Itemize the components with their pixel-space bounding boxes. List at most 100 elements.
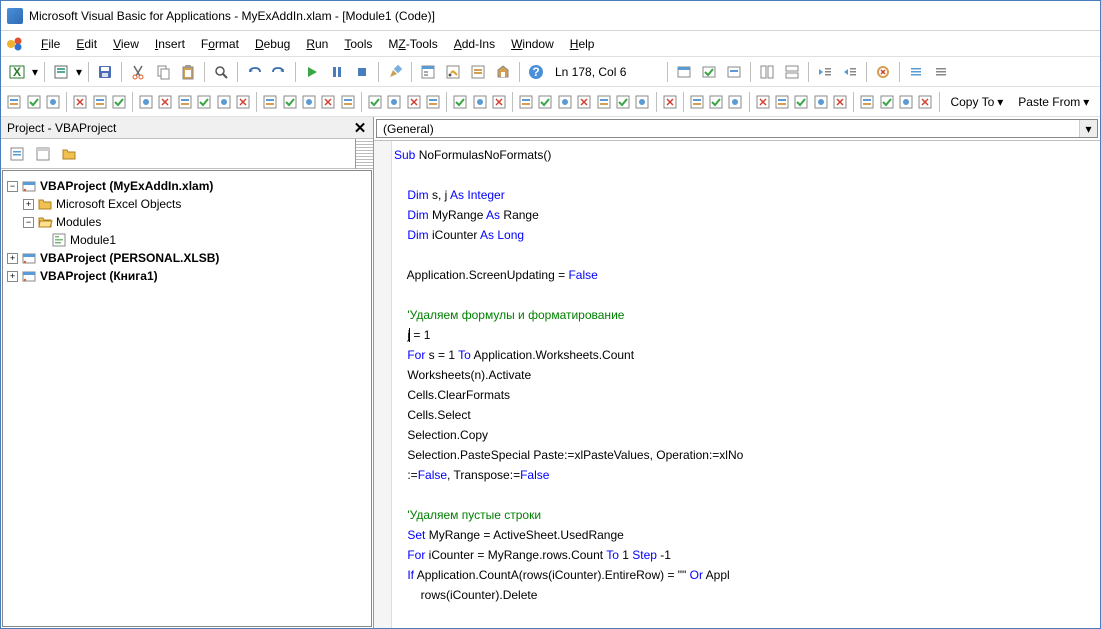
tree-folder[interactable]: − Modules — [7, 213, 367, 231]
tb2-icon[interactable] — [878, 90, 896, 114]
find-icon[interactable] — [209, 60, 233, 84]
tb2-icon[interactable] — [660, 90, 678, 114]
tb2-icon[interactable] — [773, 90, 791, 114]
tb2-icon[interactable] — [156, 90, 174, 114]
view-excel-icon[interactable]: X — [5, 60, 29, 84]
tb2-icon[interactable] — [404, 90, 422, 114]
copy-icon[interactable] — [151, 60, 175, 84]
menu-edit[interactable]: Edit — [68, 34, 105, 54]
project-tree[interactable]: − VBAProject (MyExAddIn.xlam) + Microsof… — [2, 170, 372, 627]
tree-project[interactable]: + VBAProject (Книга1) — [7, 267, 367, 285]
menu-debug[interactable]: Debug — [247, 34, 298, 54]
tb2-icon[interactable] — [385, 90, 403, 114]
tb2-icon[interactable] — [897, 90, 915, 114]
tree-project[interactable]: + VBAProject (PERSONAL.XLSB) — [7, 249, 367, 267]
tb2-icon[interactable] — [5, 90, 23, 114]
tb2-icon[interactable] — [707, 90, 725, 114]
tb2-icon[interactable] — [614, 90, 632, 114]
tb2-icon[interactable] — [195, 90, 213, 114]
tb2-icon[interactable] — [831, 90, 849, 114]
menu-help[interactable]: Help — [562, 34, 603, 54]
menu-file[interactable]: File — [33, 34, 68, 54]
code-editor[interactable]: Sub NoFormulasNoFormats() Dim s, j As In… — [374, 141, 1100, 628]
insert-module-icon[interactable] — [49, 60, 73, 84]
tb2-icon[interactable] — [280, 90, 298, 114]
tb2-icon[interactable] — [339, 90, 357, 114]
folder-icon[interactable] — [57, 142, 81, 166]
tb2-icon[interactable] — [176, 90, 194, 114]
tree-module[interactable]: Module1 — [7, 231, 367, 249]
menu-insert[interactable]: Insert — [147, 34, 193, 54]
toolbox-icon[interactable] — [491, 60, 515, 84]
cut-icon[interactable] — [126, 60, 150, 84]
tb2-icon[interactable] — [688, 90, 706, 114]
menu-window[interactable]: Window — [503, 34, 562, 54]
tb2-icon[interactable] — [300, 90, 318, 114]
design-mode-icon[interactable] — [383, 60, 407, 84]
project-explorer-icon[interactable] — [416, 60, 440, 84]
code-content[interactable]: Sub NoFormulasNoFormats() Dim s, j As In… — [394, 145, 743, 605]
menu-addins[interactable]: Add-Ins — [446, 34, 503, 54]
object-browser-icon[interactable] — [466, 60, 490, 84]
tb2-icon[interactable] — [137, 90, 155, 114]
tb2-icon[interactable] — [490, 90, 508, 114]
paste-icon[interactable] — [176, 60, 200, 84]
tb2-icon[interactable] — [594, 90, 612, 114]
undo-icon[interactable] — [242, 60, 266, 84]
expand-icon[interactable]: + — [7, 271, 18, 282]
tb2-icon[interactable] — [792, 90, 810, 114]
collapse-icon[interactable]: − — [7, 181, 18, 192]
menu-format[interactable]: Format — [193, 34, 247, 54]
copyto-button[interactable]: Copy To▾ — [943, 90, 1010, 114]
run-icon[interactable] — [300, 60, 324, 84]
tb2-icon[interactable] — [575, 90, 593, 114]
expand-icon[interactable]: + — [23, 199, 34, 210]
dropdown-arrow-icon[interactable]: ▾ — [30, 65, 40, 79]
properties-icon[interactable] — [441, 60, 465, 84]
comment-icon[interactable] — [904, 60, 928, 84]
outdent-icon[interactable] — [813, 60, 837, 84]
menu-tools[interactable]: Tools — [336, 34, 380, 54]
breakpoint-icon[interactable] — [871, 60, 895, 84]
tb2-icon[interactable] — [858, 90, 876, 114]
tb2-icon[interactable] — [470, 90, 488, 114]
tb2-icon[interactable] — [812, 90, 830, 114]
menu-mztools[interactable]: MZ-Tools — [380, 34, 445, 54]
tb2-icon[interactable] — [214, 90, 232, 114]
tb2-icon[interactable] — [517, 90, 535, 114]
code-margin[interactable] — [374, 141, 392, 628]
tb2-icon[interactable] — [366, 90, 384, 114]
uncomment-icon[interactable] — [929, 60, 953, 84]
tb2-icon[interactable] — [234, 90, 252, 114]
pastefrom-button[interactable]: Paste From▾ — [1011, 90, 1096, 114]
tb2-icon[interactable] — [633, 90, 651, 114]
indent-icon[interactable] — [838, 60, 862, 84]
mz-tools-icon[interactable] — [5, 34, 25, 54]
tb2-icon[interactable] — [90, 90, 108, 114]
tb2-icon[interactable] — [44, 90, 62, 114]
tb2-icon[interactable] — [424, 90, 442, 114]
tb-icon[interactable] — [755, 60, 779, 84]
view-code-icon[interactable] — [5, 142, 29, 166]
dropdown-arrow-icon[interactable]: ▾ — [74, 65, 84, 79]
break-icon[interactable] — [325, 60, 349, 84]
tb-icon[interactable] — [780, 60, 804, 84]
tb2-icon[interactable] — [536, 90, 554, 114]
tb2-icon[interactable] — [556, 90, 574, 114]
tb-icon[interactable] — [672, 60, 696, 84]
tb2-icon[interactable] — [71, 90, 89, 114]
tb2-icon[interactable] — [319, 90, 337, 114]
tb2-icon[interactable] — [110, 90, 128, 114]
tb2-icon[interactable] — [726, 90, 744, 114]
save-icon[interactable] — [93, 60, 117, 84]
tb2-icon[interactable] — [753, 90, 771, 114]
close-icon[interactable]: ✕ — [349, 117, 371, 139]
reset-icon[interactable] — [350, 60, 374, 84]
object-dropdown[interactable]: (General) ▾ — [376, 119, 1098, 138]
view-object-icon[interactable] — [31, 142, 55, 166]
tb2-icon[interactable] — [24, 90, 42, 114]
tree-folder[interactable]: + Microsoft Excel Objects — [7, 195, 367, 213]
tb2-icon[interactable] — [261, 90, 279, 114]
chevron-down-icon[interactable]: ▾ — [1079, 120, 1097, 137]
redo-icon[interactable] — [267, 60, 291, 84]
